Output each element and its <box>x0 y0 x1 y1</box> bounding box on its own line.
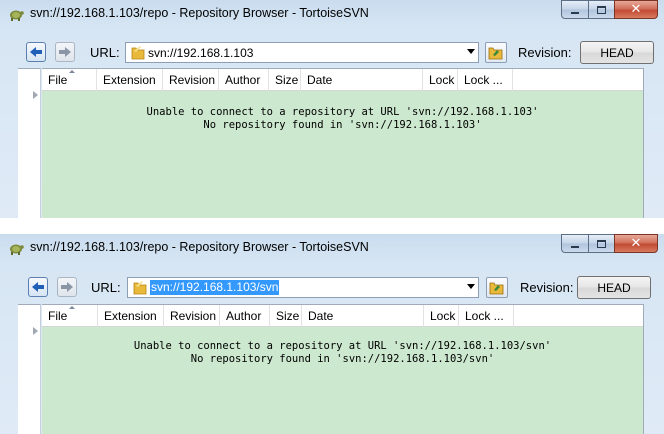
folder-icon <box>131 46 145 60</box>
browse-folder-icon <box>488 47 503 60</box>
back-arrow-icon <box>30 47 42 57</box>
revision-head-button[interactable]: HEAD <box>580 41 654 64</box>
minimize-button[interactable] <box>561 0 588 19</box>
url-input[interactable]: svn://192.168.1.103 <box>148 46 253 60</box>
sort-ascending-icon <box>69 70 75 73</box>
file-list-pane[interactable]: File Extension Revision Author Size Date… <box>42 304 644 434</box>
close-button[interactable]: ✕ <box>614 0 658 19</box>
tortoise-icon <box>10 10 24 21</box>
url-input[interactable]: svn://192.168.1.103/svn <box>150 280 280 295</box>
error-message-line-2: No repository found in 'svn://192.168.1.… <box>203 119 482 131</box>
browse-button[interactable] <box>486 277 508 298</box>
folder-icon <box>133 281 147 295</box>
url-label: URL: <box>90 45 120 60</box>
column-lock[interactable]: Lock <box>424 305 459 327</box>
revision-label: Revision: <box>520 280 574 295</box>
sort-ascending-icon <box>69 306 75 309</box>
file-list-pane[interactable]: File Extension Revision Author Size Date… <box>42 68 644 218</box>
url-toolbar: URL: svn://192.168.1.103 Revision: HEAD <box>0 39 664 67</box>
url-label: URL: <box>91 280 121 295</box>
window-controls: ✕ <box>561 234 658 254</box>
column-file[interactable]: File <box>42 69 97 91</box>
error-message-line-1: Unable to connect to a repository at URL… <box>146 106 539 118</box>
column-author[interactable]: Author <box>219 69 269 91</box>
minimize-button[interactable] <box>561 234 588 253</box>
column-revision[interactable]: Revision <box>163 69 219 91</box>
minimize-icon <box>571 11 579 14</box>
column-lock-comment[interactable]: Lock ... <box>459 305 514 327</box>
maximize-icon <box>597 239 606 248</box>
column-revision[interactable]: Revision <box>164 305 220 327</box>
minimize-icon <box>571 245 579 248</box>
column-size[interactable]: Size <box>269 69 301 91</box>
column-label: File <box>48 73 68 87</box>
maximize-icon <box>597 5 606 14</box>
column-extension[interactable]: Extension <box>98 305 164 327</box>
browse-button[interactable] <box>485 42 507 63</box>
error-message-line-1: Unable to connect to a repository at URL… <box>133 340 552 352</box>
forward-button[interactable] <box>57 277 77 297</box>
column-lock[interactable]: Lock <box>423 69 458 91</box>
url-toolbar: URL: svn://192.168.1.103/svn Revision: H… <box>0 274 664 302</box>
back-arrow-icon <box>32 282 44 292</box>
repository-tree-pane[interactable] <box>18 68 41 218</box>
url-combobox[interactable]: svn://192.168.1.103/svn <box>127 277 479 298</box>
close-button[interactable]: ✕ <box>614 234 658 253</box>
close-icon: ✕ <box>630 2 642 17</box>
forward-arrow-icon <box>59 47 71 57</box>
screenshot-divider <box>0 218 664 234</box>
column-date[interactable]: Date <box>302 305 424 327</box>
column-file[interactable]: File <box>42 305 98 327</box>
repository-tree-pane[interactable] <box>18 304 41 434</box>
column-author[interactable]: Author <box>220 305 270 327</box>
column-lock-comment[interactable]: Lock ... <box>458 69 513 91</box>
repo-browser-window-2: svn://192.168.1.103/repo - Repository Br… <box>0 234 664 434</box>
repo-browser-window-1: svn://192.168.1.103/repo - Repository Br… <box>0 0 664 218</box>
back-button[interactable] <box>26 42 46 62</box>
chevron-down-icon[interactable] <box>467 49 475 54</box>
tortoise-icon <box>10 244 24 255</box>
column-extension[interactable]: Extension <box>97 69 163 91</box>
tree-expand-icon[interactable] <box>33 327 38 335</box>
error-message-line-2: No repository found in 'svn://192.168.1.… <box>190 353 495 365</box>
browse-folder-icon <box>489 282 504 295</box>
column-header-row: File Extension Revision Author Size Date… <box>42 69 643 91</box>
window-title: svn://192.168.1.103/repo - Repository Br… <box>30 240 369 254</box>
forward-button[interactable] <box>55 42 75 62</box>
window-title: svn://192.168.1.103/repo - Repository Br… <box>30 6 369 20</box>
chevron-down-icon[interactable] <box>467 284 475 289</box>
tree-expand-icon[interactable] <box>33 91 38 99</box>
column-size[interactable]: Size <box>270 305 302 327</box>
close-icon: ✕ <box>630 236 642 251</box>
back-button[interactable] <box>28 277 48 297</box>
column-date[interactable]: Date <box>301 69 423 91</box>
title-bar[interactable]: svn://192.168.1.103/repo - Repository Br… <box>0 234 664 262</box>
revision-label: Revision: <box>518 45 572 60</box>
column-header-row: File Extension Revision Author Size Date… <box>42 305 643 327</box>
window-controls: ✕ <box>561 0 658 20</box>
column-label: File <box>48 309 68 323</box>
maximize-button[interactable] <box>588 234 614 253</box>
forward-arrow-icon <box>61 282 73 292</box>
url-combobox[interactable]: svn://192.168.1.103 <box>125 42 479 63</box>
revision-head-button[interactable]: HEAD <box>577 276 651 299</box>
title-bar[interactable]: svn://192.168.1.103/repo - Repository Br… <box>0 0 664 28</box>
maximize-button[interactable] <box>588 0 614 19</box>
